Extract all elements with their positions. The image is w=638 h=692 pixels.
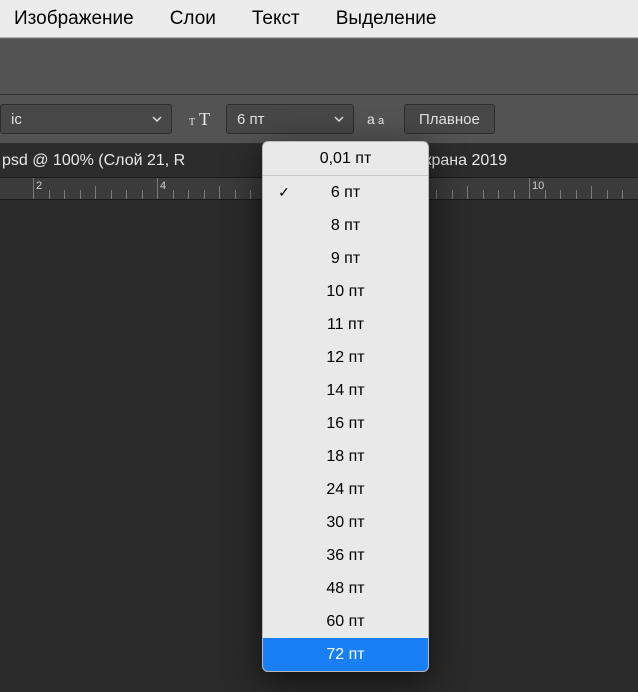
svg-text:T: T <box>199 109 210 129</box>
svg-text:a: a <box>367 111 375 127</box>
antialias-dropdown[interactable]: Плавное <box>404 104 495 134</box>
font-size-menu: 0,01 пт ✓6 пт 8 пт 9 пт 10 пт 11 пт 12 пт 14 пт… <box>262 141 429 672</box>
ruler-label: 10 <box>532 180 544 192</box>
chevron-down-icon <box>143 113 171 125</box>
app-menubar: Изображение Слои Текст Выделение <box>0 0 638 38</box>
menu-image[interactable]: Изображение <box>14 8 134 30</box>
document-tab-title-left[interactable]: psd @ 100% (Слой 21, R <box>2 152 185 170</box>
font-size-option[interactable]: 60 пт <box>263 605 428 638</box>
font-size-option[interactable]: 11 пт <box>263 308 428 341</box>
font-size-option-label: 18 пт <box>263 448 428 466</box>
font-size-option[interactable]: 9 пт <box>263 242 428 275</box>
font-size-option-label: 24 пт <box>263 481 428 499</box>
font-size-option[interactable]: 10 пт <box>263 275 428 308</box>
font-size-option[interactable]: ✓6 пт <box>263 176 428 209</box>
font-size-option[interactable]: 8 пт <box>263 209 428 242</box>
font-size-option-label: 60 пт <box>263 613 428 631</box>
font-size-option[interactable]: 36 пт <box>263 539 428 572</box>
menu-text[interactable]: Текст <box>252 8 300 30</box>
font-size-option-label: 10 пт <box>263 283 428 301</box>
font-size-option-label: 0,01 пт <box>263 150 428 168</box>
text-tool-options-bar: ic T T 6 пт a a Плавное <box>0 94 638 144</box>
font-size-option[interactable]: 0,01 пт <box>263 142 428 175</box>
font-style-value: ic <box>1 111 143 128</box>
tool-options-upper-strip <box>0 38 638 94</box>
font-size-option-label: 30 пт <box>263 514 428 532</box>
ruler-label: 4 <box>160 180 166 192</box>
antialias-icon: a a <box>364 109 394 129</box>
font-style-dropdown[interactable]: ic <box>0 104 172 134</box>
font-size-option[interactable]: 12 пт <box>263 341 428 374</box>
font-size-option-label: 72 пт <box>263 646 428 664</box>
font-size-option[interactable]: 24 пт <box>263 473 428 506</box>
font-size-option-label: 48 пт <box>263 580 428 598</box>
font-size-value: 6 пт <box>227 111 325 128</box>
font-size-option-label: 16 пт <box>263 415 428 433</box>
font-size-option-label: 36 пт <box>263 547 428 565</box>
font-size-dropdown[interactable]: 6 пт <box>226 104 354 134</box>
font-size-option[interactable]: 30 пт <box>263 506 428 539</box>
font-size-option-label: 12 пт <box>263 349 428 367</box>
font-size-option-label: 8 пт <box>263 217 428 235</box>
font-size-option[interactable]: 18 пт <box>263 440 428 473</box>
font-size-option-label: 9 пт <box>263 250 428 268</box>
font-size-option[interactable]: 72 пт <box>263 638 428 671</box>
menu-selection[interactable]: Выделение <box>336 8 437 30</box>
font-size-option-label: 11 пт <box>263 316 428 334</box>
svg-text:a: a <box>378 115 385 127</box>
menu-layers[interactable]: Слои <box>170 8 216 30</box>
font-size-icon: T T <box>186 109 216 129</box>
font-size-option[interactable]: 16 пт <box>263 407 428 440</box>
checkmark-icon: ✓ <box>277 184 291 201</box>
ruler-label: 2 <box>36 180 42 192</box>
svg-text:T: T <box>189 117 195 128</box>
chevron-down-icon <box>325 113 353 125</box>
font-size-option[interactable]: 48 пт <box>263 572 428 605</box>
antialias-value: Плавное <box>419 111 480 128</box>
font-size-option[interactable]: 14 пт <box>263 374 428 407</box>
font-size-option-label: 14 пт <box>263 382 428 400</box>
